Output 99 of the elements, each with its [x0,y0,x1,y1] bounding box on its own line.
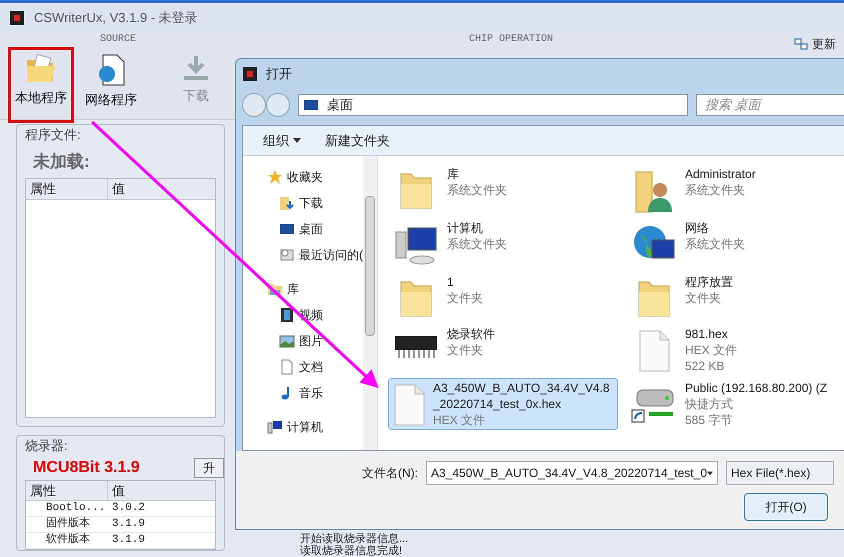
library-icon [267,281,283,297]
desktop-icon [303,97,319,113]
file-item[interactable]: 1 文件夹 [388,272,626,322]
windows-icon [794,38,808,50]
file-type: 文件夹 [685,290,722,306]
window-title: CSWriterUx, V3.1.9 - 未登录 [34,8,198,27]
file-icon [393,384,425,426]
file-item[interactable]: 程序放置 文件夹 [626,272,844,322]
file-size: 522 KB [685,358,726,374]
file-name: 网络 [685,220,710,236]
file-type: 文件夹 [447,290,483,306]
file-item[interactable]: 计算机 系统文件夹 [388,218,626,270]
recent-places-icon [279,247,295,263]
group-label: SOURCE [98,33,137,47]
file-item[interactable]: 981.hex HEX 文件 522 KB [626,324,844,376]
file-name: 库 [447,166,460,182]
app-logo-icon [8,8,26,26]
file-name: 981.hex [685,326,729,342]
nav-item[interactable]: 文档 [267,358,363,376]
dropdown-caret-icon [707,470,713,476]
filename-label: 文件名(N): [362,465,418,482]
log-line: 读取烧录器信息完成! [300,545,404,557]
file-name: Public (192.168.80.200) (Z [685,380,828,396]
caret-icon [293,138,301,143]
dialog-title: 打开 [266,65,292,84]
file-name: A3_450W_B_AUTO_34.4V_V4.8_20220714_test_0x.hex [433,380,611,412]
nav-item[interactable]: 最近访问的( [267,246,363,264]
file-name: 程序放置 [685,274,733,290]
file-name: 计算机 [447,220,484,236]
file-item[interactable]: 网络 系统文件夹 [626,218,844,270]
group-label: CHIP OPERATION [468,33,553,47]
file-name: Administrator [685,166,756,182]
nav-item[interactable]: 下载 [267,194,363,212]
open-folder-icon [25,54,57,84]
forward-button[interactable] [266,93,290,117]
file-size: 585 字节 [685,412,734,428]
back-button[interactable] [242,93,266,117]
file-type: 系统文件夹 [685,182,746,198]
file-type: 快捷方式 [685,396,734,412]
app-logo-icon [242,66,258,82]
table-cell-text: 3.0.2 [111,501,146,516]
file-type: 系统文件夹 [685,236,745,252]
download-folder-icon [279,195,295,211]
file-item[interactable]: A3_450W_B_AUTO_34.4V_V4.8_20220714_test_0x.hex HEX 文件 [388,378,618,430]
command-button[interactable]: 新建文件夹 [325,130,390,150]
scrollbar[interactable] [363,156,377,450]
search-input[interactable]: 搜索 桌面 [705,95,839,115]
column-header: 属性 [26,480,108,500]
command-button[interactable]: 组织 [263,130,301,150]
column-header: 值 [111,482,126,500]
table-cell-text: 3.1.9 [111,517,146,532]
file-type: 文件夹 [447,342,484,358]
file-type: 系统文件夹 [447,236,507,252]
nav-item[interactable]: 计算机 [267,418,363,436]
nav-item[interactable]: 收藏夹 [267,168,363,186]
file-item[interactable]: 烧录软件 文件夹 [388,324,626,376]
nav-item[interactable]: 图片 [267,332,363,350]
desktop-icon [279,221,295,237]
film-icon [279,307,295,323]
toolbar-button[interactable]: 本地程序 [8,47,74,123]
column-header: 值 [111,180,126,198]
log-line: 开始读取烧录器信息... [300,533,410,545]
file-name: 烧录软件 [447,326,495,342]
toolbar-button[interactable]: 网络程序 [78,47,144,123]
picture-icon [279,333,295,349]
file-type: HEX 文件 [685,342,738,358]
column-header: 属性 [26,179,108,198]
panel-title: 程序文件: [24,126,82,144]
file-type: 系统文件夹 [447,182,507,198]
filename-field[interactable]: A3_450W_B_AUTO_34.4V_V4.8_20220714_test_0 [426,461,718,485]
document-icon [279,359,295,375]
web-document-icon [97,54,125,86]
update-button[interactable]: 更新 [794,35,836,53]
file-item[interactable]: Public (192.168.80.200) (Z 快捷方式 585 字节 [626,378,844,430]
programmer-name: MCU8Bit 3.1.9 [33,458,140,478]
table-cell-text: Bootlo... [45,501,106,516]
upgrade-button[interactable]: 升 [194,458,224,478]
table-cell-text: 固件版本 [45,517,91,532]
address-text: 桌面 [327,96,353,114]
file-type-select[interactable]: Hex File(*.hex) [726,461,834,485]
user-folder-icon [634,170,674,214]
nav-item[interactable]: 库 [267,280,363,298]
open-button[interactable]: 打开(O) [744,493,828,521]
table-cell-text: 软件版本 [45,533,91,548]
load-status: 未加载: [32,150,91,172]
nav-item[interactable]: 桌面 [267,220,363,238]
file-item[interactable]: 库 系统文件夹 [388,164,626,216]
nav-item[interactable]: 音乐 [267,384,363,402]
download-icon [182,54,210,82]
table-cell-text: 3.1.9 [111,533,146,548]
search-field[interactable]: 搜索 桌面 [696,94,844,116]
address-bar[interactable]: 桌面 [298,94,688,116]
file-item[interactable]: Administrator 系统文件夹 [626,164,844,216]
star-icon [267,169,283,185]
computer-icon [267,419,283,435]
file-type: HEX 文件 [433,412,486,428]
file-icon [638,330,670,372]
file-name: 1 [447,274,455,290]
panel-title: 烧录器: [24,437,69,455]
